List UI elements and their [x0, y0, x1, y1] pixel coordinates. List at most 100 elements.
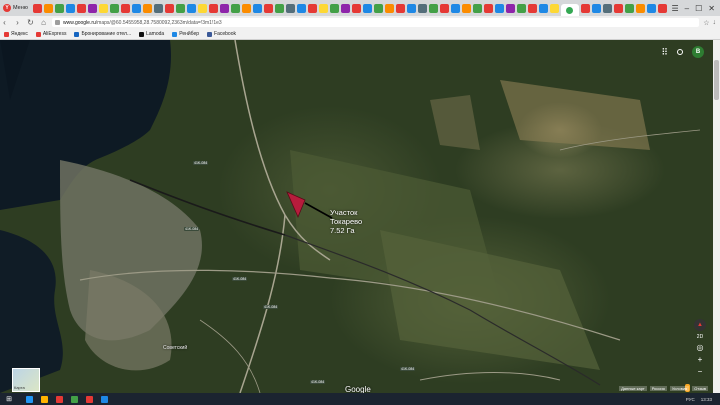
tab-favicon[interactable]: [263, 3, 273, 13]
tab-favicon[interactable]: [307, 3, 317, 13]
bookmark-item[interactable]: Ренйбер: [172, 31, 199, 37]
compass-icon[interactable]: ▲: [694, 319, 706, 331]
bookmark-item[interactable]: Lamoda: [139, 31, 164, 37]
map-layer-toggle[interactable]: Карта: [12, 368, 40, 392]
settings-menu-icon[interactable]: ☰: [672, 4, 679, 13]
tab-favicon[interactable]: [340, 3, 350, 13]
tab-favicon[interactable]: [494, 3, 504, 13]
tab-favicon[interactable]: [657, 3, 667, 13]
taskbar-app-icon[interactable]: [86, 395, 93, 403]
map-footer-link[interactable]: Условия: [669, 386, 690, 391]
tab-favicon[interactable]: [613, 3, 623, 13]
zoom-out-button[interactable]: −: [698, 367, 703, 376]
keyboard-language[interactable]: РУС: [686, 397, 695, 402]
clock[interactable]: 13:33: [701, 397, 712, 402]
tab-favicon[interactable]: [296, 3, 306, 13]
zoom-in-button[interactable]: +: [698, 355, 703, 364]
taskbar-app-icon[interactable]: [101, 395, 108, 403]
tab-favicon[interactable]: [384, 3, 394, 13]
taskbar-app-icon[interactable]: [56, 395, 63, 403]
tab-favicon[interactable]: [373, 3, 383, 13]
tab-favicon[interactable]: [483, 3, 493, 13]
tab-favicon[interactable]: [142, 3, 152, 13]
bookmark-item[interactable]: Facebook: [207, 31, 236, 37]
bookmark-item[interactable]: AliExpress: [35, 31, 66, 37]
minimize-icon[interactable]: –: [685, 4, 689, 13]
tab-favicon[interactable]: [252, 3, 262, 13]
url-field[interactable]: www.google.ru/maps/@60.5455958,28.758009…: [52, 18, 700, 27]
tab-favicon[interactable]: [591, 3, 601, 13]
tab-favicon[interactable]: [428, 3, 438, 13]
maximize-icon[interactable]: ☐: [695, 4, 702, 13]
tab-favicon[interactable]: [219, 3, 229, 13]
star-icon[interactable]: ☆: [703, 19, 709, 27]
tab-favicon[interactable]: [439, 3, 449, 13]
start-button[interactable]: ⊞: [0, 393, 18, 405]
tab-favicon[interactable]: [164, 3, 174, 13]
bookmark-item[interactable]: Яндекс: [4, 31, 28, 37]
tab-active[interactable]: [560, 4, 579, 16]
tab-favicon[interactable]: [351, 3, 361, 13]
tab-favicon[interactable]: [43, 3, 53, 13]
tab-favicon[interactable]: [450, 3, 460, 13]
tab-favicon[interactable]: [32, 3, 42, 13]
scrollbar[interactable]: [713, 40, 720, 393]
taskbar-app-icon[interactable]: [41, 395, 48, 403]
account-avatar[interactable]: B: [692, 46, 704, 58]
my-location-icon[interactable]: ◎: [697, 343, 704, 352]
tab-favicon[interactable]: [527, 3, 537, 13]
home-icon[interactable]: ⌂: [39, 18, 48, 27]
tab-favicon[interactable]: [98, 3, 108, 13]
tab-favicon[interactable]: [329, 3, 339, 13]
apps-grid-icon[interactable]: ⠿: [661, 47, 668, 58]
tab-favicon[interactable]: [120, 3, 130, 13]
tab-favicon[interactable]: [230, 3, 240, 13]
scrollbar-thumb[interactable]: [714, 60, 719, 100]
map-footer-link[interactable]: Данные карт: [619, 386, 647, 391]
taskbar-app-icon[interactable]: [71, 395, 78, 403]
map-footer-link[interactable]: Россия: [649, 386, 667, 391]
tab-favicon[interactable]: [274, 3, 284, 13]
tab-favicon[interactable]: [109, 3, 119, 13]
tab-favicon[interactable]: [241, 3, 251, 13]
satellite-map[interactable]: Участок Токарево 7.52 Га Советский 41K-0…: [0, 40, 720, 393]
tab-favicon[interactable]: [76, 3, 86, 13]
yandex-menu-button[interactable]: Y Меню: [0, 0, 31, 16]
bookmark-item[interactable]: Бронирование отел...: [74, 31, 131, 37]
tab-favicon[interactable]: [318, 3, 328, 13]
tab-favicon[interactable]: [54, 3, 64, 13]
tab-favicon[interactable]: [602, 3, 612, 13]
tab-favicon[interactable]: [538, 3, 548, 13]
tab-favicon[interactable]: [406, 3, 416, 13]
tab-favicon[interactable]: [516, 3, 526, 13]
tab-favicon[interactable]: [175, 3, 185, 13]
tab-favicon[interactable]: [186, 3, 196, 13]
tab-favicon[interactable]: [549, 3, 559, 13]
back-icon[interactable]: ‹: [0, 18, 9, 27]
view-mode-toggle[interactable]: 2D: [697, 334, 703, 340]
tab-favicon[interactable]: [362, 3, 372, 13]
tab-favicon[interactable]: [395, 3, 405, 13]
forward-icon[interactable]: ›: [13, 18, 22, 27]
tab-favicon[interactable]: [285, 3, 295, 13]
tab-favicon[interactable]: [87, 3, 97, 13]
map-footer-link[interactable]: Отзыв: [692, 386, 708, 391]
tab-favicon[interactable]: [208, 3, 218, 13]
tab-favicon[interactable]: [153, 3, 163, 13]
taskbar-app-icon[interactable]: [26, 395, 33, 403]
close-icon[interactable]: ✕: [708, 4, 715, 13]
tab-favicon[interactable]: [65, 3, 75, 13]
tab-favicon[interactable]: [646, 3, 656, 13]
tab-favicon[interactable]: [580, 3, 590, 13]
download-icon[interactable]: ↓: [713, 19, 717, 27]
tab-favicon[interactable]: [635, 3, 645, 13]
reload-icon[interactable]: ↻: [26, 18, 35, 27]
tab-favicon[interactable]: [472, 3, 482, 13]
notifications-icon[interactable]: [677, 49, 683, 55]
tab-favicon[interactable]: [197, 3, 207, 13]
tab-favicon[interactable]: [417, 3, 427, 13]
tab-favicon[interactable]: [505, 3, 515, 13]
tab-favicon[interactable]: [624, 3, 634, 13]
tab-favicon[interactable]: [461, 3, 471, 13]
tab-favicon[interactable]: [131, 3, 141, 13]
